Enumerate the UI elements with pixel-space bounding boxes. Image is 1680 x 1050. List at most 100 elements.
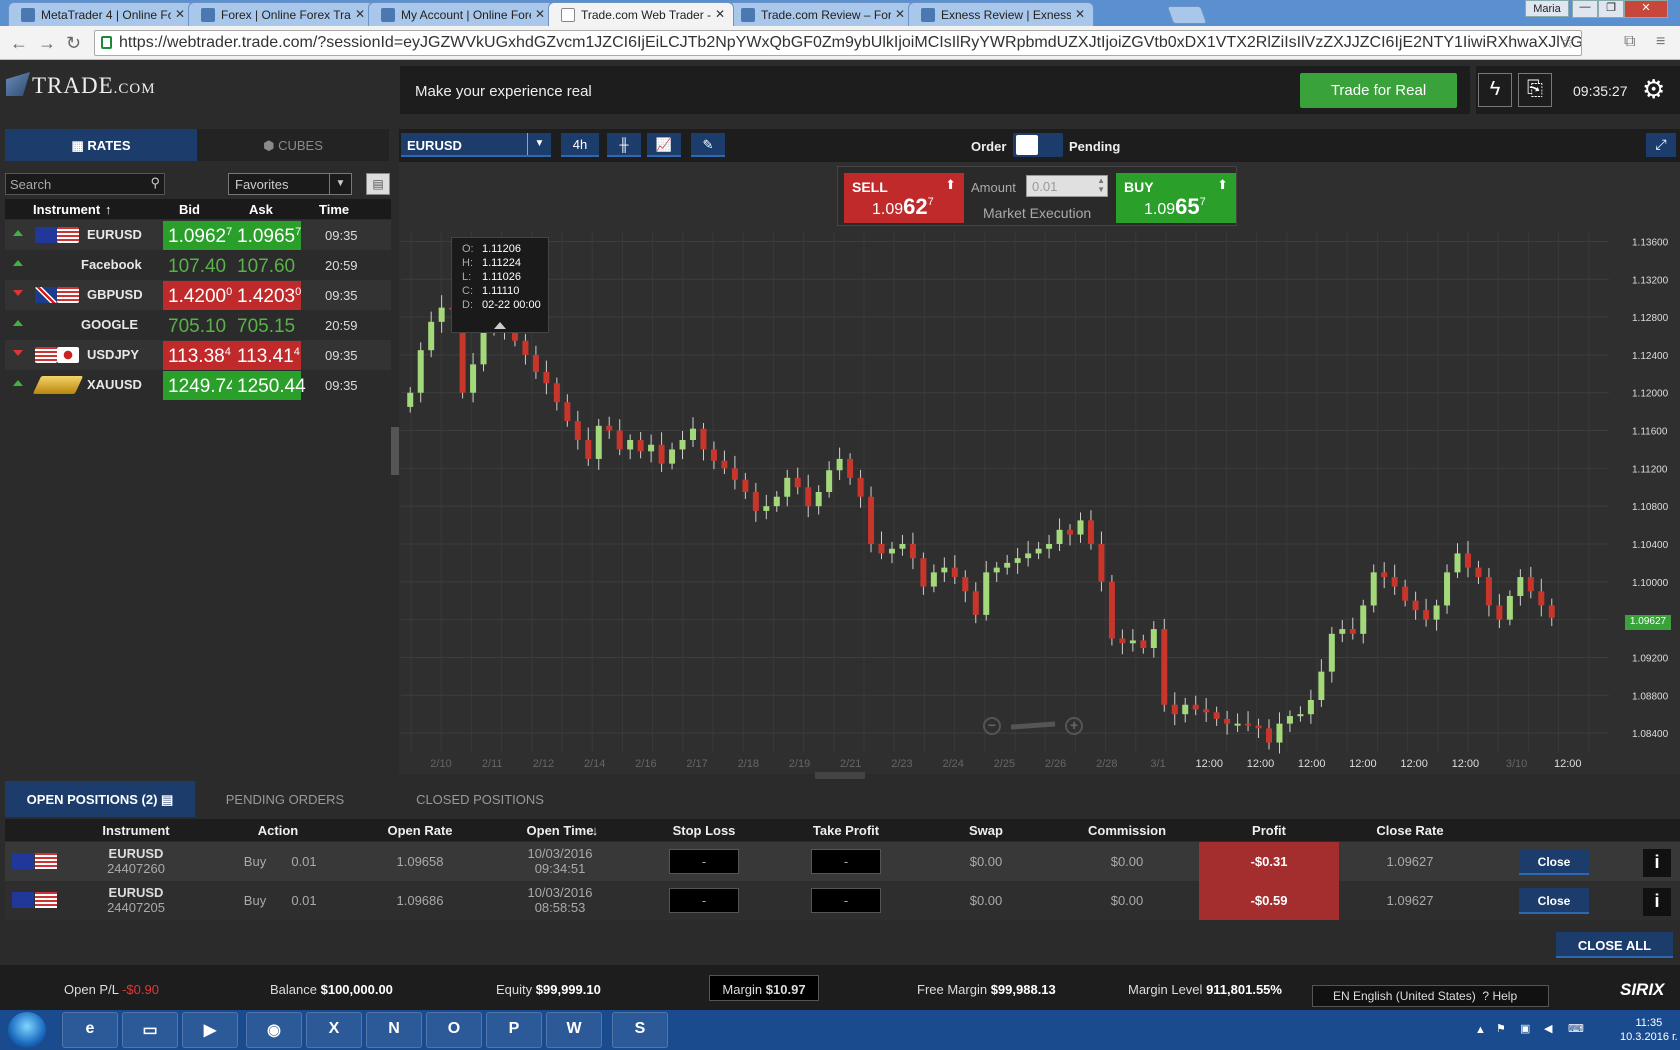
bid-price[interactable]: 113.384 [163, 341, 232, 370]
close-tab-icon[interactable]: ✕ [895, 7, 905, 21]
lightning-icon[interactable]: ϟ [1478, 73, 1512, 107]
bookmark-star-icon[interactable]: ☆ [1560, 33, 1575, 53]
info-icon[interactable]: i [1643, 888, 1671, 916]
forward-icon[interactable]: → [38, 33, 56, 54]
col-ask[interactable]: Ask [249, 202, 273, 217]
stop-loss-input[interactable]: - [669, 888, 739, 913]
close-all-button[interactable]: CLOSE ALL [1556, 932, 1673, 958]
browser-tab-active[interactable]: Trade.com Web Trader - D ✕ [548, 2, 734, 26]
zoom-slider[interactable] [1011, 721, 1055, 730]
maximize-icon[interactable]: ❐ [1598, 0, 1624, 18]
price-chart[interactable]: 1.13600 1.13200 1.12800 1.12400 1.12000 1.116… [399, 162, 1680, 774]
rates-row[interactable]: GOOGLE 705.10 705.15 20:59 [5, 310, 391, 340]
col-close-rate[interactable]: Close Rate [1376, 823, 1443, 838]
rates-row[interactable]: GBPUSD 1.42000 1.42030 09:35 [5, 280, 391, 310]
favorites-select[interactable]: Favorites ▼ [228, 173, 352, 195]
col-take-profit[interactable]: Take Profit [813, 823, 879, 838]
tab-closed-positions[interactable]: CLOSED POSITIONS [375, 781, 585, 817]
start-button-icon[interactable] [8, 1012, 46, 1048]
rates-row[interactable]: EURUSD 1.09627 1.09657 09:35 [5, 220, 391, 250]
tray-arrow-icon[interactable]: ▲ [1475, 1024, 1486, 1036]
window-close-icon[interactable]: ✕ [1624, 0, 1668, 18]
tab-rates[interactable]: ▦ RATES [5, 129, 197, 161]
ask-price[interactable]: 1250.44 [232, 371, 306, 400]
close-tab-icon[interactable]: ✕ [535, 7, 545, 21]
timeframe-select[interactable]: 4h [561, 133, 599, 157]
ask-price[interactable]: 107.60 [232, 251, 301, 280]
rates-row[interactable]: USDJPY 113.384 113.414 09:35 [5, 340, 391, 370]
take-profit-input[interactable]: - [811, 888, 881, 913]
skype-icon[interactable]: S [612, 1012, 668, 1048]
close-tab-icon[interactable]: ✕ [355, 7, 365, 21]
amount-input[interactable]: 0.01 ▲ ▼ [1026, 175, 1108, 197]
explorer-icon[interactable]: ▭ [122, 1012, 178, 1048]
close-tab-icon[interactable]: ✕ [715, 7, 725, 21]
trade-for-real-button[interactable]: Trade for Real [1300, 73, 1457, 108]
ask-price[interactable]: 113.414 [232, 341, 301, 370]
volume-icon[interactable]: ◀ [1544, 1022, 1552, 1035]
help-link[interactable]: Help [1492, 989, 1517, 1003]
system-clock[interactable]: 11:35 10.3.2016 г. [1620, 1016, 1678, 1044]
ask-price[interactable]: 1.42030 [232, 281, 301, 310]
col-bid[interactable]: Bid [179, 202, 200, 217]
bid-price[interactable]: 1.42000 [163, 281, 232, 310]
col-swap[interactable]: Swap [969, 823, 1003, 838]
col-open-rate[interactable]: Open Rate [387, 823, 452, 838]
col-instrument[interactable]: Instrument [102, 823, 169, 838]
draw-pencil-icon[interactable]: ✎ [691, 133, 725, 157]
tab-pending-orders[interactable]: PENDING ORDERS [195, 781, 375, 817]
browser-tab[interactable]: Exness Review | Exness for✕ [908, 2, 1094, 26]
rates-row[interactable]: Facebook 107.40 107.60 20:59 [5, 250, 391, 280]
browser-tab[interactable]: Forex | Online Forex Tradir ✕ [188, 2, 374, 26]
extension-icon[interactable]: ⧉ [1624, 33, 1635, 51]
instrument-select[interactable]: EURUSD ▼ [401, 133, 551, 157]
language-select[interactable]: EN English (United States) ? Help [1312, 985, 1549, 1007]
candlestick-icon[interactable]: ╫ [607, 133, 641, 157]
onenote-icon[interactable]: N [366, 1012, 422, 1048]
close-position-button[interactable]: Close [1519, 888, 1589, 914]
rates-row[interactable]: XAUUSD 1249.74 1250.44 09:35 [5, 370, 391, 400]
ask-price[interactable]: 1.09657 [232, 221, 301, 250]
close-tab-icon[interactable]: ✕ [175, 7, 185, 21]
language-icon[interactable]: ⌨ [1568, 1022, 1584, 1035]
zoom-in-icon[interactable]: + [1065, 717, 1083, 735]
col-time[interactable]: Time [319, 202, 349, 217]
browser-tab[interactable]: My Account | Online Forex ✕ [368, 2, 554, 26]
col-action[interactable]: Action [258, 823, 298, 838]
col-instrument[interactable]: Instrument [33, 202, 100, 217]
chart-svg[interactable]: 1.13600 1.13200 1.12800 1.12400 1.12000 1.116… [399, 162, 1680, 774]
profile-button[interactable]: Maria [1525, 0, 1569, 17]
buy-button[interactable]: BUY ⬆ 1.09657 [1116, 173, 1236, 223]
close-position-button[interactable]: Close [1519, 849, 1589, 875]
sell-button[interactable]: SELL ⬆ 1.09627 [844, 173, 964, 223]
menu-icon[interactable]: ≡ [1656, 33, 1665, 51]
browser-tab[interactable]: Trade.com Review – Forex ✕ [728, 2, 914, 26]
fullscreen-icon[interactable]: ⤢ [1646, 133, 1676, 157]
take-profit-input[interactable]: - [811, 849, 881, 874]
network-icon[interactable]: ▣ [1520, 1022, 1530, 1035]
tab-open-positions[interactable]: OPEN POSITIONS (2) ▤ [5, 781, 195, 817]
bid-price[interactable]: 107.40 [163, 251, 232, 280]
col-stop-loss[interactable]: Stop Loss [673, 823, 736, 838]
tab-cubes[interactable]: ⬢ CUBES [197, 129, 389, 161]
url-input[interactable]: https://webtrader.trade.com/?sessionId=e… [94, 30, 1582, 56]
col-profit[interactable]: Profit [1252, 823, 1286, 838]
back-icon[interactable]: ← [10, 33, 28, 54]
info-icon[interactable]: i [1643, 849, 1671, 877]
search-icon[interactable]: ⚲ [150, 175, 160, 191]
word-icon[interactable]: W [546, 1012, 602, 1048]
reload-icon[interactable]: ↻ [66, 33, 81, 54]
col-open-time[interactable]: Open Time [527, 823, 594, 838]
close-tab-icon[interactable]: ✕ [1075, 7, 1085, 21]
stop-loss-input[interactable]: - [669, 849, 739, 874]
new-tab-button[interactable] [1166, 6, 1208, 24]
minimize-icon[interactable]: — [1572, 0, 1598, 18]
col-commission[interactable]: Commission [1088, 823, 1166, 838]
chrome-icon[interactable]: ◉ [246, 1012, 302, 1048]
ie-icon[interactable]: e [62, 1012, 118, 1048]
document-settings-icon[interactable]: ⎘ [1518, 73, 1552, 107]
indicators-icon[interactable]: 📈 [647, 133, 681, 157]
flag-icon[interactable]: ⚑ [1496, 1022, 1506, 1035]
spinner-icon[interactable]: ▲ ▼ [1097, 176, 1105, 194]
layout-grid-button[interactable]: ▤ [366, 173, 390, 195]
